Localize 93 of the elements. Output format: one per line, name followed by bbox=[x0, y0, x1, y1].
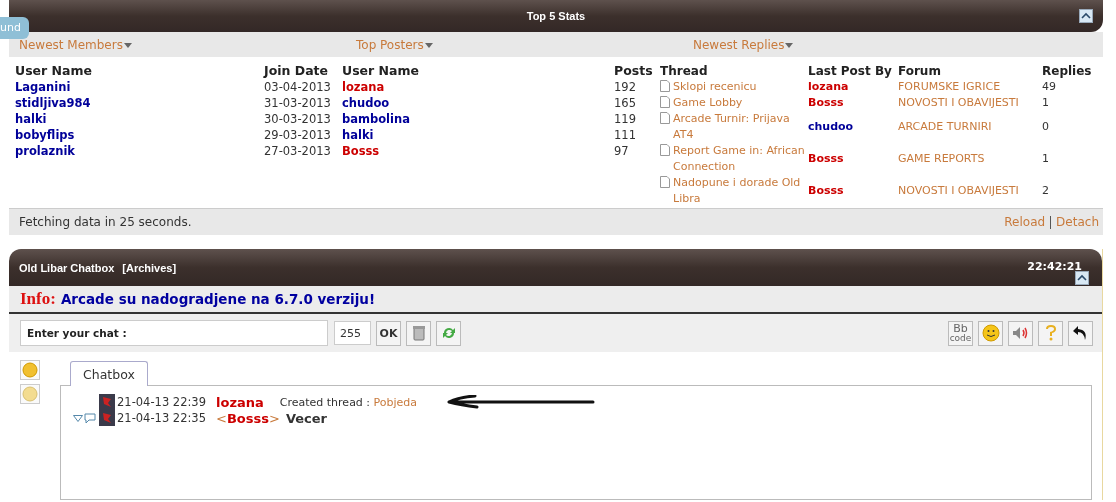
sound-button[interactable] bbox=[1008, 320, 1033, 346]
thread-link[interactable]: Report Game in: African Connection bbox=[673, 143, 808, 175]
archives-link[interactable]: [Archives] bbox=[122, 261, 177, 274]
user-name[interactable]: lozana bbox=[216, 394, 264, 410]
thread-link[interactable]: Nadopune i dorade Old Libra bbox=[673, 175, 808, 207]
user-link[interactable]: lozana bbox=[342, 79, 614, 95]
smiley-button[interactable] bbox=[978, 320, 1003, 346]
trash-button[interactable] bbox=[406, 320, 431, 346]
character-counter: 255 bbox=[334, 321, 371, 345]
post-count: 165 bbox=[614, 95, 637, 111]
info-message: Arcade su nadogradjene na 6.7.0 verziju! bbox=[60, 291, 376, 307]
info-label: Info: bbox=[20, 289, 56, 309]
thread-link[interactable]: Sklopi recenicu bbox=[673, 79, 757, 95]
avatar-icon[interactable] bbox=[99, 410, 115, 426]
collapse-icon[interactable] bbox=[1075, 271, 1089, 285]
reply-count: 2 bbox=[1042, 183, 1050, 199]
avatar-icon[interactable] bbox=[99, 394, 115, 410]
join-date: 03-04-2013 bbox=[264, 79, 332, 95]
collapse-icon[interactable] bbox=[1079, 9, 1093, 23]
user-name[interactable]: <Bosss> bbox=[216, 410, 280, 426]
chatbox-tab[interactable]: Chatbox bbox=[70, 361, 148, 386]
user-link[interactable]: halki bbox=[15, 111, 264, 127]
column-header: Forum bbox=[898, 63, 942, 79]
document-icon bbox=[660, 176, 670, 188]
caret-icon bbox=[785, 43, 794, 48]
forum-link[interactable]: GAME REPORTS bbox=[898, 151, 1042, 167]
help-button[interactable] bbox=[1038, 320, 1063, 346]
column-header: Replies bbox=[1042, 63, 1093, 79]
reply-count: 1 bbox=[1042, 95, 1050, 111]
user-link[interactable]: Bosss bbox=[808, 95, 898, 111]
column-header: Last Post By bbox=[808, 63, 893, 79]
user-link[interactable]: prolaznik bbox=[15, 143, 264, 159]
user-link[interactable]: Laganini bbox=[15, 79, 264, 95]
user-link[interactable]: bobyflips bbox=[15, 127, 264, 143]
panel-title: Top 5 Stats bbox=[526, 10, 586, 22]
speaker-icon bbox=[1011, 326, 1030, 340]
smiley-icon bbox=[981, 324, 1000, 342]
document-icon bbox=[660, 80, 670, 92]
status-text: Fetching data in 25 seconds. bbox=[19, 215, 192, 229]
post-count: 192 bbox=[614, 79, 637, 95]
message-text: Vecer bbox=[285, 410, 327, 426]
column-header: User Name bbox=[15, 63, 93, 79]
speech-bubble-icon[interactable] bbox=[84, 412, 96, 424]
user-link[interactable]: chudoo bbox=[808, 119, 898, 135]
forum-link[interactable]: NOVOSTI I OBAVIJESTI bbox=[898, 183, 1042, 199]
undo-button[interactable] bbox=[1068, 320, 1093, 346]
thread-link[interactable]: Arcade Turnir: Prijava AT4 bbox=[673, 111, 808, 143]
chatbox-title: Old Libar Chatbox bbox=[19, 261, 115, 274]
reply-count: 0 bbox=[1042, 119, 1050, 135]
user-link[interactable]: bambolina bbox=[342, 111, 614, 127]
help-icon bbox=[1043, 324, 1058, 342]
post-count: 97 bbox=[614, 143, 630, 159]
reply-count: 49 bbox=[1042, 79, 1057, 95]
join-date: 27-03-2013 bbox=[264, 143, 332, 159]
user-link[interactable]: chudoo bbox=[342, 95, 614, 111]
coin-icon[interactable] bbox=[20, 360, 40, 380]
refresh-icon bbox=[440, 325, 457, 341]
document-icon bbox=[660, 144, 670, 156]
chat-input-field[interactable]: Enter your chat : bbox=[20, 320, 328, 346]
post-count: 119 bbox=[614, 111, 637, 127]
event-text: Created thread : Pobjeda bbox=[279, 395, 418, 409]
message-time: 21-04-13 22:35 bbox=[117, 411, 206, 425]
user-link[interactable]: Bosss bbox=[808, 183, 898, 199]
caret-icon bbox=[424, 43, 433, 48]
refresh-button[interactable] bbox=[436, 320, 461, 346]
document-icon bbox=[660, 96, 670, 108]
ok-button[interactable]: OK bbox=[376, 320, 401, 346]
column-header: User Name bbox=[342, 63, 420, 79]
message-time: 21-04-13 22:39 bbox=[117, 395, 206, 409]
bbcode-button[interactable]: Bb code bbox=[948, 320, 973, 346]
clock: 22:42:21 bbox=[1027, 260, 1082, 273]
user-link[interactable]: Bosss bbox=[342, 143, 614, 159]
join-date: 30-03-2013 bbox=[264, 111, 332, 127]
user-link[interactable]: Bosss bbox=[808, 151, 898, 167]
column-header: Posts bbox=[614, 63, 654, 79]
join-date: 29-03-2013 bbox=[264, 127, 332, 143]
thread-link[interactable]: Game Lobby bbox=[673, 95, 743, 111]
user-link[interactable]: lozana bbox=[808, 79, 898, 95]
column-header: Thread bbox=[660, 63, 709, 79]
join-date: 31-03-2013 bbox=[264, 95, 332, 111]
trash-icon bbox=[411, 325, 426, 341]
reply-count: 1 bbox=[1042, 151, 1050, 167]
column-header: Join Date bbox=[264, 63, 330, 79]
user-link[interactable]: halki bbox=[342, 127, 614, 143]
document-icon bbox=[660, 112, 670, 124]
forum-link[interactable]: FORUMSKE IGRICE bbox=[898, 79, 1042, 95]
forum-link[interactable]: NOVOSTI I OBAVIJESTI bbox=[898, 95, 1042, 111]
user-link[interactable]: stidljiva984 bbox=[15, 95, 264, 111]
caret-icon bbox=[123, 43, 132, 48]
triangle-icon[interactable] bbox=[73, 414, 83, 422]
forum-link[interactable]: ARCADE TURNIRI bbox=[898, 119, 1042, 135]
post-count: 111 bbox=[614, 127, 637, 143]
coin-icon[interactable] bbox=[20, 384, 40, 404]
